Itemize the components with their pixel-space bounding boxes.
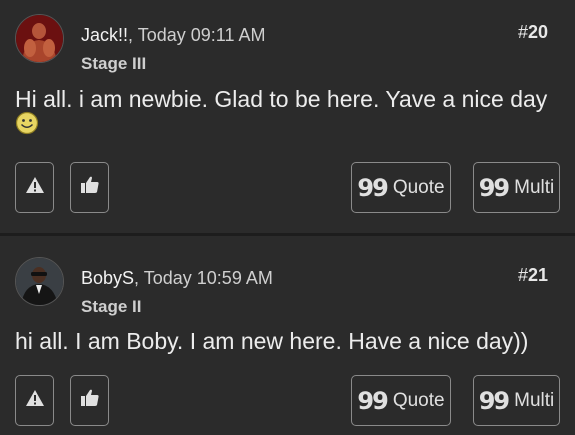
post-number-value: 21 (527, 265, 548, 285)
user-rank: Stage III (81, 54, 147, 73)
post-text: Hi all. i am newbie. Glad to be here. Ya… (15, 86, 548, 112)
meta-separator: , (134, 268, 140, 288)
post-number-prefix: # (517, 265, 528, 285)
quote-icon: 99 (357, 173, 388, 202)
smiley-icon (15, 111, 39, 143)
post-number-value: 20 (527, 22, 548, 42)
quote-icon: 99 (357, 386, 388, 415)
thumbs-up-icon (80, 388, 100, 414)
post-time: Today 10:59 AM (143, 268, 273, 288)
post-divider (0, 233, 575, 236)
meta-separator: , (128, 25, 134, 45)
avatar[interactable] (15, 257, 64, 306)
report-button[interactable] (15, 162, 54, 213)
post-number-prefix: # (517, 22, 528, 42)
quote-label: Quote (392, 176, 445, 198)
user-rank: Stage II (81, 297, 142, 316)
multi-label: Multi (514, 176, 555, 198)
avatar[interactable] (15, 14, 64, 63)
multi-label: Multi (514, 389, 555, 411)
author-name[interactable]: Jack!! (81, 25, 128, 45)
like-button[interactable] (70, 162, 109, 213)
post-body: Hi all. i am newbie. Glad to be here. Ya… (15, 84, 560, 146)
post-number[interactable]: #20 (518, 22, 548, 43)
quote-button[interactable]: 99 Quote (351, 375, 451, 426)
like-button[interactable] (70, 375, 109, 426)
report-button[interactable] (15, 375, 54, 426)
author-name[interactable]: BobyS (81, 268, 134, 288)
post-number[interactable]: #21 (518, 265, 548, 286)
quote-label: Quote (392, 389, 445, 411)
post-meta: BobyS, Today 10:59 AM (81, 268, 273, 289)
thumbs-up-icon (80, 175, 100, 201)
post-body: hi all. I am Boby. I am new here. Have a… (15, 326, 560, 357)
multi-quote-button[interactable]: 99 Multi (473, 162, 560, 213)
warning-icon (25, 176, 45, 200)
post-20: Jack!!, Today 09:11 AM Stage III #20 Hi … (0, 0, 575, 234)
quote-button[interactable]: 99 Quote (351, 162, 451, 213)
quote-icon: 99 (478, 386, 510, 415)
post-time: Today 09:11 AM (137, 25, 266, 45)
post-meta: Jack!!, Today 09:11 AM (81, 25, 265, 46)
multi-quote-button[interactable]: 99 Multi (473, 375, 560, 426)
warning-icon (25, 389, 45, 413)
post-text: hi all. I am Boby. I am new here. Have a… (15, 328, 529, 354)
quote-icon: 99 (478, 173, 510, 202)
